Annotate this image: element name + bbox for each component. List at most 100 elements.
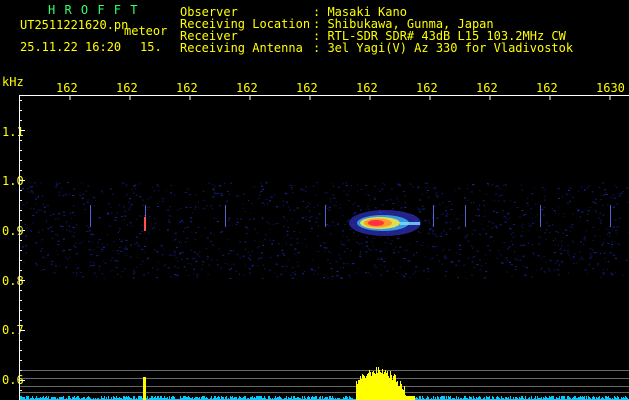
noise-dot <box>225 200 228 202</box>
noise-dot <box>328 209 331 211</box>
signal-bar <box>411 396 412 400</box>
noise-dot <box>360 189 362 190</box>
noise-dot <box>404 273 407 275</box>
noise-dot <box>73 205 75 207</box>
baseline-bar <box>257 396 258 400</box>
noise-dot <box>233 263 235 265</box>
noise-dot <box>357 184 359 186</box>
noise-dot <box>409 183 412 185</box>
noise-dot <box>347 200 350 202</box>
noise-dot <box>156 202 158 204</box>
noise-dot <box>342 236 344 237</box>
noise-dot <box>540 257 542 259</box>
noise-dot <box>323 243 326 245</box>
noise-dot <box>587 213 589 215</box>
noise-dot <box>386 270 389 272</box>
noise-dot <box>402 190 405 192</box>
noise-dot <box>134 188 136 190</box>
noise-dot <box>403 276 406 278</box>
noise-dot <box>301 243 303 245</box>
noise-dot <box>419 211 421 213</box>
noise-dot <box>541 209 544 211</box>
axis-ticks <box>19 96 611 391</box>
baseline-bar <box>218 396 219 400</box>
signal-bar <box>398 386 399 400</box>
noise-dot <box>302 200 305 202</box>
noise-dot <box>190 207 192 208</box>
noise-dot <box>342 262 345 264</box>
noise-dot <box>49 214 52 216</box>
noise-dot <box>210 205 213 207</box>
noise-dot <box>230 182 232 184</box>
noise-dot <box>324 192 327 194</box>
noise-dot <box>512 236 515 238</box>
noise-dot <box>201 235 203 237</box>
noise-dot <box>261 217 264 218</box>
signal-bar <box>392 380 393 400</box>
noise-dot <box>514 251 515 253</box>
noise-dot <box>228 269 231 271</box>
noise-dot <box>176 246 178 248</box>
noise-dot <box>581 257 582 259</box>
noise-dot <box>436 192 438 194</box>
noise-dot <box>283 236 285 238</box>
noise-dot <box>409 243 411 245</box>
noise-dot <box>603 252 606 254</box>
noise-dot <box>401 274 402 276</box>
noise-dot <box>604 258 606 260</box>
noise-dot <box>373 185 376 187</box>
signal-bar <box>382 369 383 400</box>
noise-dot <box>449 213 451 215</box>
noise-dot <box>418 199 421 201</box>
noise-dot <box>312 259 314 261</box>
noise-dot <box>446 213 448 215</box>
noise-dot <box>407 259 410 261</box>
baseline-bar <box>312 396 313 400</box>
noise-dot <box>195 206 197 207</box>
noise-dot <box>184 191 187 193</box>
baseline-bar <box>161 396 162 400</box>
noise-dot <box>264 238 266 240</box>
noise-dot <box>556 231 558 233</box>
baseline-bar <box>48 396 49 400</box>
noise-dot <box>147 198 149 200</box>
noise-dot <box>332 183 334 185</box>
noise-dot <box>118 228 121 230</box>
baseline-bar <box>446 396 447 400</box>
signal-bar <box>403 390 404 400</box>
noise-dot <box>208 264 210 266</box>
noise-dot <box>354 212 357 214</box>
noise-dot <box>570 230 572 232</box>
noise-dot <box>87 185 89 187</box>
noise-dot <box>485 203 487 205</box>
noise-dot <box>353 232 355 234</box>
baseline-bar <box>551 396 552 400</box>
baseline-bar <box>441 396 442 400</box>
noise-dot <box>214 185 216 187</box>
noise-dot <box>450 261 452 263</box>
baseline-bar <box>133 396 134 400</box>
noise-dot <box>465 235 468 237</box>
noise-dot <box>120 215 123 217</box>
noise-dot <box>100 250 103 252</box>
baseline-bar <box>322 396 323 400</box>
noise-dot <box>557 274 560 276</box>
noise-dot <box>76 224 78 225</box>
noise-dot <box>598 235 600 237</box>
noise-dot <box>601 244 604 246</box>
baseline-bar <box>545 396 546 400</box>
baseline-bar <box>239 396 240 400</box>
noise-dot <box>411 186 414 188</box>
noise-dot <box>466 199 468 201</box>
noise-dot <box>502 184 504 186</box>
noise-dot <box>457 227 460 229</box>
noise-dot <box>626 201 628 203</box>
noise-dot <box>189 193 191 195</box>
noise-dot <box>103 277 105 279</box>
noise-dot <box>307 205 309 207</box>
noise-dot <box>476 264 479 266</box>
noise-dot <box>552 224 554 226</box>
noise-dot <box>119 238 121 240</box>
noise-dot <box>327 277 329 279</box>
noise-dot <box>404 207 407 208</box>
